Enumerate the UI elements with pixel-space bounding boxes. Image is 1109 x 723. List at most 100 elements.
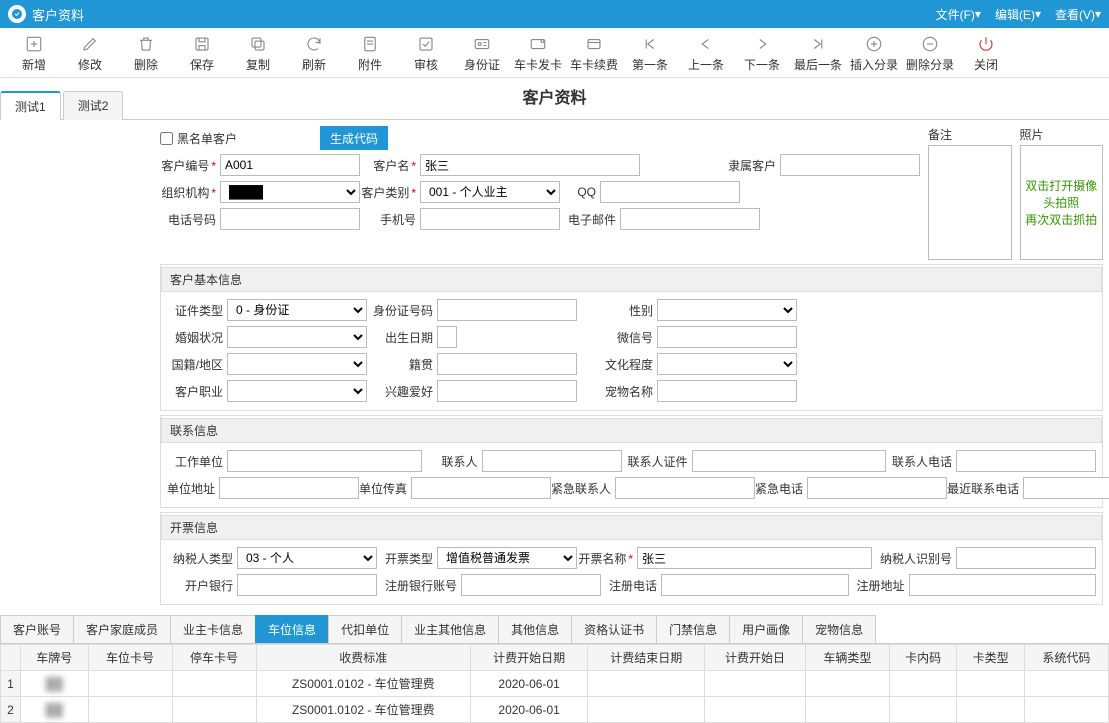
marriage-select[interactable] [227, 326, 367, 348]
btab-profile[interactable]: 用户画像 [729, 615, 803, 643]
id-card-icon [472, 34, 492, 54]
gender-select[interactable] [657, 299, 797, 321]
contact-section: 联系信息 [161, 418, 1102, 443]
reg-addr-input[interactable] [909, 574, 1097, 596]
col-plate: 车牌号 [21, 645, 89, 671]
qq-input[interactable] [600, 181, 740, 203]
btab-cert[interactable]: 资格认证书 [571, 615, 657, 643]
copy-icon [248, 34, 268, 54]
invoice-name-input[interactable] [637, 547, 872, 569]
toolbar-attach[interactable]: 附件 [342, 34, 398, 73]
remark-box[interactable] [928, 145, 1012, 260]
toolbar-edit[interactable]: 修改 [62, 34, 118, 73]
pet-input[interactable] [657, 380, 797, 402]
col-card-code: 卡内码 [889, 645, 957, 671]
hobby-input[interactable] [437, 380, 577, 402]
reg-addr-label: 注册地址 [849, 577, 909, 594]
belong-input[interactable] [780, 154, 920, 176]
btab-owner-other[interactable]: 业主其他信息 [401, 615, 499, 643]
addr-input[interactable] [219, 477, 359, 499]
email-input[interactable] [620, 208, 760, 230]
job-select[interactable] [227, 380, 367, 402]
contact-id-label: 联系人证件 [622, 453, 692, 470]
btab-other[interactable]: 其他信息 [498, 615, 572, 643]
trash-icon [136, 34, 156, 54]
emergency-phone-input[interactable] [807, 477, 947, 499]
emergency-input[interactable] [615, 477, 755, 499]
photo-label: 照片 [1020, 126, 1104, 143]
toolbar-audit[interactable]: 审核 [398, 34, 454, 73]
bank-label: 开户银行 [167, 577, 237, 594]
toolbar-new[interactable]: 新增 [6, 34, 62, 73]
col-card-type: 卡类型 [957, 645, 1025, 671]
col-park-card: 停车卡号 [172, 645, 256, 671]
edu-label: 文化程度 [577, 356, 657, 373]
menu-file[interactable]: 文件(F) [936, 6, 975, 23]
birth-label: 出生日期 [367, 329, 437, 346]
mobile-input[interactable] [420, 208, 560, 230]
contact-input[interactable] [482, 450, 622, 472]
taxpayer-no-input[interactable] [956, 547, 1096, 569]
cust-type-label: 客户类别 [360, 184, 420, 201]
hobby-label: 兴趣爱好 [367, 383, 437, 400]
toolbar-first[interactable]: 第一条 [622, 34, 678, 73]
blacklist-checkbox[interactable] [160, 132, 173, 145]
work-unit-input[interactable] [227, 450, 422, 472]
toolbar-copy[interactable]: 复制 [230, 34, 286, 73]
recent-phone-input[interactable] [1023, 477, 1109, 499]
menu-view[interactable]: 查看(V) [1055, 6, 1095, 23]
bank-acct-input[interactable] [461, 574, 601, 596]
btab-pet[interactable]: 宠物信息 [802, 615, 876, 643]
toolbar-idcard[interactable]: 身份证 [454, 34, 510, 73]
btab-owner-card[interactable]: 业主卡信息 [170, 615, 256, 643]
nation-select[interactable] [227, 353, 367, 375]
customer-no-input[interactable] [220, 154, 360, 176]
tab-test2[interactable]: 测试2 [63, 91, 124, 120]
taxpayer-type-select[interactable]: 03 - 个人 [237, 547, 377, 569]
emergency-phone-label: 紧急电话 [755, 480, 807, 497]
invoice-type-select[interactable]: 增值税普通发票 [437, 547, 577, 569]
btab-parking[interactable]: 车位信息 [255, 615, 329, 643]
customer-name-input[interactable] [420, 154, 640, 176]
toolbar-close[interactable]: 关闭 [958, 34, 1014, 73]
toolbar-prev[interactable]: 上一条 [678, 34, 734, 73]
contact-phone-input[interactable] [956, 450, 1096, 472]
table-row[interactable]: 1 ██ ZS0001.0102 - 车位管理费 2020-06-01 [1, 671, 1109, 697]
tab-test1[interactable]: 测试1 [0, 91, 61, 120]
toolbar-delete-row[interactable]: 删除分录 [902, 34, 958, 73]
wechat-input[interactable] [657, 326, 797, 348]
next-icon [752, 34, 772, 54]
toolbar-refresh[interactable]: 刷新 [286, 34, 342, 73]
id-no-input[interactable] [437, 299, 577, 321]
toolbar-insert-row[interactable]: 插入分录 [846, 34, 902, 73]
toolbar-issue-card[interactable]: 车卡发卡 [510, 34, 566, 73]
reg-phone-label: 注册电话 [601, 577, 661, 594]
gen-code-button[interactable]: 生成代码 [320, 126, 388, 150]
menu-edit[interactable]: 编辑(E) [995, 6, 1035, 23]
parking-grid[interactable]: 车牌号 车位卡号 停车卡号 收费标准 计费开始日期 计费结束日期 计费开始日 车… [0, 644, 1109, 723]
toolbar-delete[interactable]: 删除 [118, 34, 174, 73]
btab-access[interactable]: 门禁信息 [656, 615, 730, 643]
fax-label: 单位传真 [359, 480, 411, 497]
bank-input[interactable] [237, 574, 377, 596]
btab-family[interactable]: 客户家庭成员 [73, 615, 171, 643]
fax-input[interactable] [411, 477, 551, 499]
toolbar-renew-card[interactable]: 车卡续费 [566, 34, 622, 73]
contact-id-input[interactable] [692, 450, 887, 472]
phone-input[interactable] [220, 208, 360, 230]
photo-box[interactable]: 双击打开摄像头拍照 再次双击抓拍 [1020, 145, 1104, 260]
toolbar-save[interactable]: 保存 [174, 34, 230, 73]
birth-input[interactable] [437, 326, 457, 348]
circle-minus-icon [920, 34, 940, 54]
btab-account[interactable]: 客户账号 [0, 615, 74, 643]
origin-input[interactable] [437, 353, 577, 375]
cust-type-select[interactable]: 001 - 个人业主 [420, 181, 560, 203]
edu-select[interactable] [657, 353, 797, 375]
toolbar-next[interactable]: 下一条 [734, 34, 790, 73]
reg-phone-input[interactable] [661, 574, 849, 596]
org-select[interactable]: ████ [220, 181, 360, 203]
table-row[interactable]: 2 ██ ZS0001.0102 - 车位管理费 2020-06-01 [1, 697, 1109, 723]
toolbar-last[interactable]: 最后一条 [790, 34, 846, 73]
btab-deduct[interactable]: 代扣单位 [328, 615, 402, 643]
id-type-select[interactable]: 0 - 身份证 [227, 299, 367, 321]
